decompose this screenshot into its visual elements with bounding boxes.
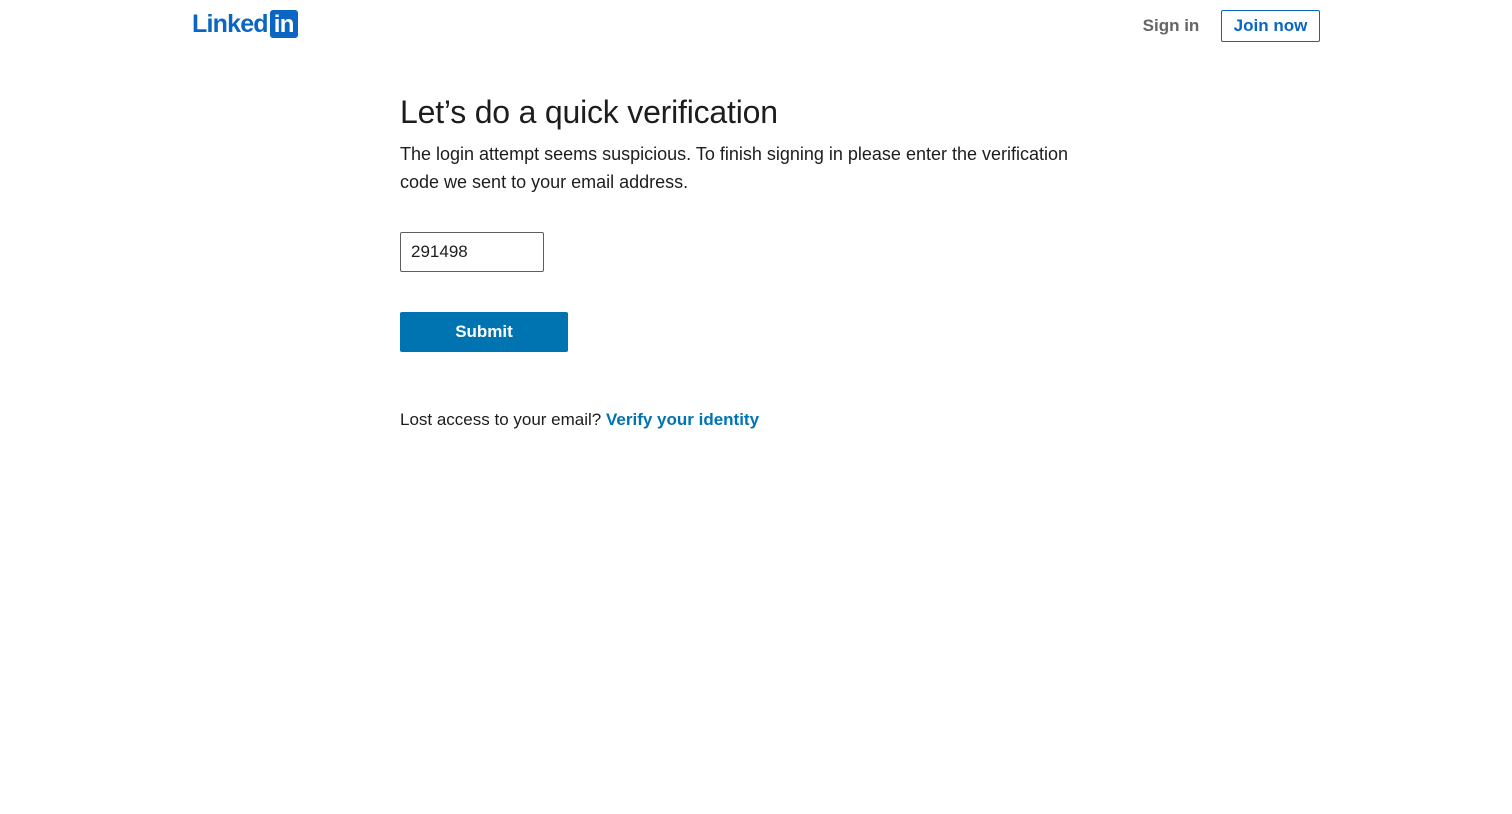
linkedin-logo[interactable]: Linked in xyxy=(192,10,298,38)
lost-access-text: Lost access to your email? xyxy=(400,410,602,429)
lost-access-row: Lost access to your email? Verify your i… xyxy=(400,408,759,432)
logo-wordmark: Linked xyxy=(192,10,269,38)
sign-in-link[interactable]: Sign in xyxy=(1134,14,1208,38)
verification-description: The login attempt seems suspicious. To f… xyxy=(400,144,1069,192)
join-now-button[interactable]: Join now xyxy=(1221,10,1320,42)
verify-identity-link[interactable]: Verify your identity xyxy=(606,410,759,429)
page-title: Let’s do a quick verification xyxy=(400,94,778,130)
top-header: Linked in Sign in Join now xyxy=(0,0,1512,52)
verification-code-input[interactable] xyxy=(400,232,544,272)
logo-in-box: in xyxy=(269,10,298,38)
submit-button[interactable]: Submit xyxy=(400,312,568,352)
verification-form: Let’s do a quick verification The login … xyxy=(400,90,1100,429)
